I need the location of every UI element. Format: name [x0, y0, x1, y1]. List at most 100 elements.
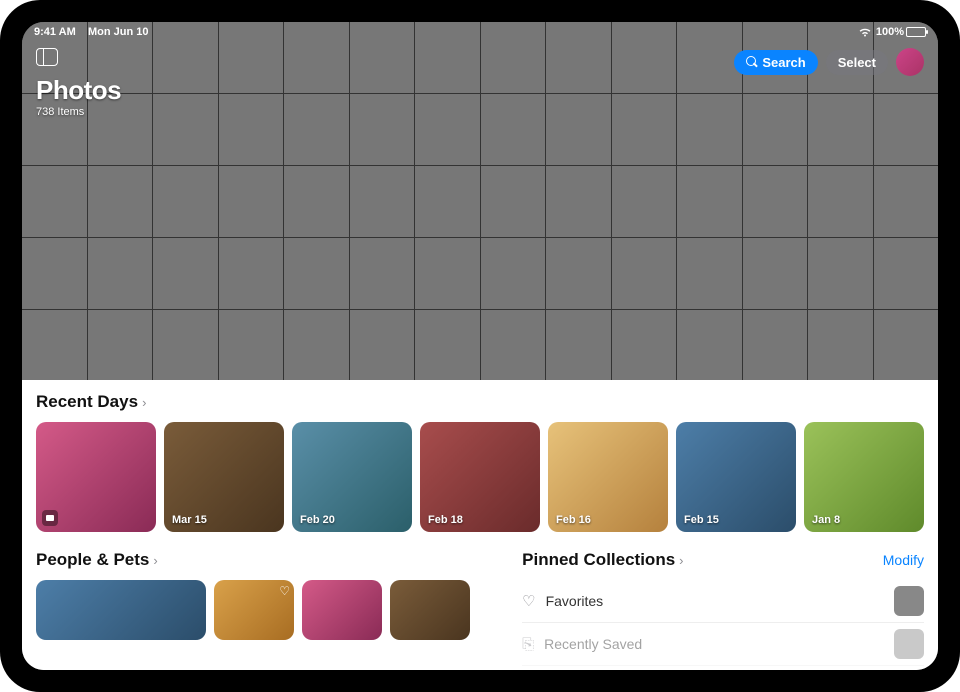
photo-thumbnail[interactable] [219, 166, 284, 237]
photo-thumbnail[interactable] [677, 166, 742, 237]
photo-thumbnail[interactable] [284, 310, 349, 380]
day-card-label: Jan 8 [812, 514, 840, 526]
select-button[interactable]: Select [826, 50, 888, 75]
pinned-thumb [894, 629, 924, 659]
photo-thumbnail[interactable] [677, 310, 742, 380]
photo-thumbnail[interactable] [481, 238, 546, 309]
screen: ••• 9:41 AM Mon Jun 10 100% [22, 22, 938, 670]
photo-thumbnail[interactable] [22, 238, 87, 309]
heart-icon: ♡ [279, 584, 290, 598]
photo-thumbnail[interactable] [284, 166, 349, 237]
photo-thumbnail[interactable] [22, 310, 87, 380]
photo-thumbnail[interactable] [546, 238, 611, 309]
page-title: Photos [36, 75, 121, 106]
people-card[interactable] [302, 580, 382, 640]
photo-thumbnail[interactable] [546, 166, 611, 237]
day-card-label: Feb 16 [556, 514, 591, 526]
photo-thumbnail[interactable] [350, 238, 415, 309]
bookmark-icon: ⎘ [522, 636, 534, 653]
people-card[interactable]: ♡ [214, 580, 294, 640]
people-pets-header[interactable]: People & Pets › [36, 550, 498, 570]
main-content[interactable]: Photos 738 Items Search Select [22, 22, 938, 670]
status-left: 9:41 AM Mon Jun 10 [34, 26, 149, 38]
people-card[interactable] [390, 580, 470, 640]
pinned-item-favorites[interactable]: ♡ Favorites [522, 580, 924, 623]
battery-indicator: 100% [876, 26, 926, 38]
photo-thumbnail[interactable] [808, 310, 873, 380]
sidebar-toggle-icon[interactable] [36, 48, 58, 66]
photo-thumbnail[interactable] [153, 238, 218, 309]
photo-thumbnail[interactable] [219, 310, 284, 380]
photo-thumbnail[interactable] [743, 310, 808, 380]
pinned-header[interactable]: Pinned Collections › [522, 550, 683, 570]
photo-thumbnail[interactable] [415, 310, 480, 380]
battery-percent: 100% [876, 26, 904, 38]
photo-thumbnail[interactable] [481, 310, 546, 380]
photo-thumbnail[interactable] [88, 238, 153, 309]
day-card-label: Mar 15 [172, 514, 207, 526]
photo-thumbnail[interactable] [874, 238, 939, 309]
photo-thumbnail[interactable] [612, 166, 677, 237]
photo-thumbnail[interactable] [415, 166, 480, 237]
pinned-item-recently-saved[interactable]: ⎘ Recently Saved [522, 623, 924, 666]
people-pets-title: People & Pets [36, 550, 149, 570]
day-card-label: Feb 18 [428, 514, 463, 526]
chevron-right-icon: › [679, 553, 683, 568]
photo-thumbnail[interactable] [743, 166, 808, 237]
photo-thumbnail[interactable] [808, 238, 873, 309]
search-button[interactable]: Search [734, 50, 817, 75]
photo-thumbnail[interactable] [88, 166, 153, 237]
recent-day-card[interactable]: Jan 8 [804, 422, 924, 532]
recent-days-header[interactable]: Recent Days › [36, 392, 924, 412]
photo-thumbnail[interactable] [677, 238, 742, 309]
photo-thumbnail[interactable] [153, 166, 218, 237]
shared-library-icon [42, 510, 58, 526]
day-card-label: Feb 15 [684, 514, 719, 526]
photo-thumbnail[interactable] [415, 238, 480, 309]
photo-thumbnail[interactable] [874, 166, 939, 237]
library-grid-area: Photos 738 Items Search Select [22, 22, 938, 380]
status-right: 100% [858, 26, 926, 38]
photo-thumbnail[interactable] [284, 238, 349, 309]
photo-thumbnail[interactable] [153, 310, 218, 380]
lower-sections: Recent Days › Mar 15 Feb 20 Feb 18 Feb 16 Fe… [22, 380, 938, 670]
recent-day-card[interactable]: Feb 20 [292, 422, 412, 532]
pinned-item-label: Recently Saved [544, 636, 642, 652]
select-label: Select [838, 55, 876, 70]
photo-thumbnail[interactable] [743, 238, 808, 309]
recent-day-card[interactable]: Mar 15 [164, 422, 284, 532]
recent-day-card[interactable] [36, 422, 156, 532]
photo-thumbnail[interactable] [546, 310, 611, 380]
status-date: Mon Jun 10 [88, 26, 149, 38]
photo-thumbnail[interactable] [88, 310, 153, 380]
profile-avatar[interactable] [896, 48, 924, 76]
header-overlay: Photos 738 Items Search Select [22, 42, 938, 118]
photo-thumbnail[interactable] [874, 310, 939, 380]
ipad-frame: ••• 9:41 AM Mon Jun 10 100% [0, 0, 960, 692]
photo-thumbnail[interactable] [808, 166, 873, 237]
people-pets-scroller[interactable]: ♡ [36, 580, 498, 640]
recent-day-card[interactable]: Feb 16 [548, 422, 668, 532]
people-card[interactable] [36, 580, 206, 640]
photo-thumbnail[interactable] [481, 166, 546, 237]
chevron-right-icon: › [153, 553, 157, 568]
day-card-label: Feb 20 [300, 514, 335, 526]
status-time: 9:41 AM [34, 26, 76, 38]
pinned-item-label: Favorites [546, 593, 604, 609]
recent-days-scroller[interactable]: Mar 15Feb 20Feb 18Feb 16Feb 15Jan 8N [36, 422, 924, 532]
photo-thumbnail[interactable] [612, 310, 677, 380]
photo-thumbnail[interactable] [219, 238, 284, 309]
photo-thumbnail[interactable] [612, 238, 677, 309]
search-label: Search [762, 55, 805, 70]
heart-outline-icon: ♡ [522, 592, 535, 610]
recent-days-title: Recent Days [36, 392, 138, 412]
recent-day-card[interactable]: Feb 15 [676, 422, 796, 532]
photo-thumbnail[interactable] [350, 310, 415, 380]
pinned-title: Pinned Collections [522, 550, 675, 570]
item-count: 738 Items [36, 106, 121, 118]
recent-day-card[interactable]: Feb 18 [420, 422, 540, 532]
photo-thumbnail[interactable] [22, 166, 87, 237]
photo-thumbnail[interactable] [350, 166, 415, 237]
modify-button[interactable]: Modify [883, 552, 924, 568]
chevron-right-icon: › [142, 395, 146, 410]
